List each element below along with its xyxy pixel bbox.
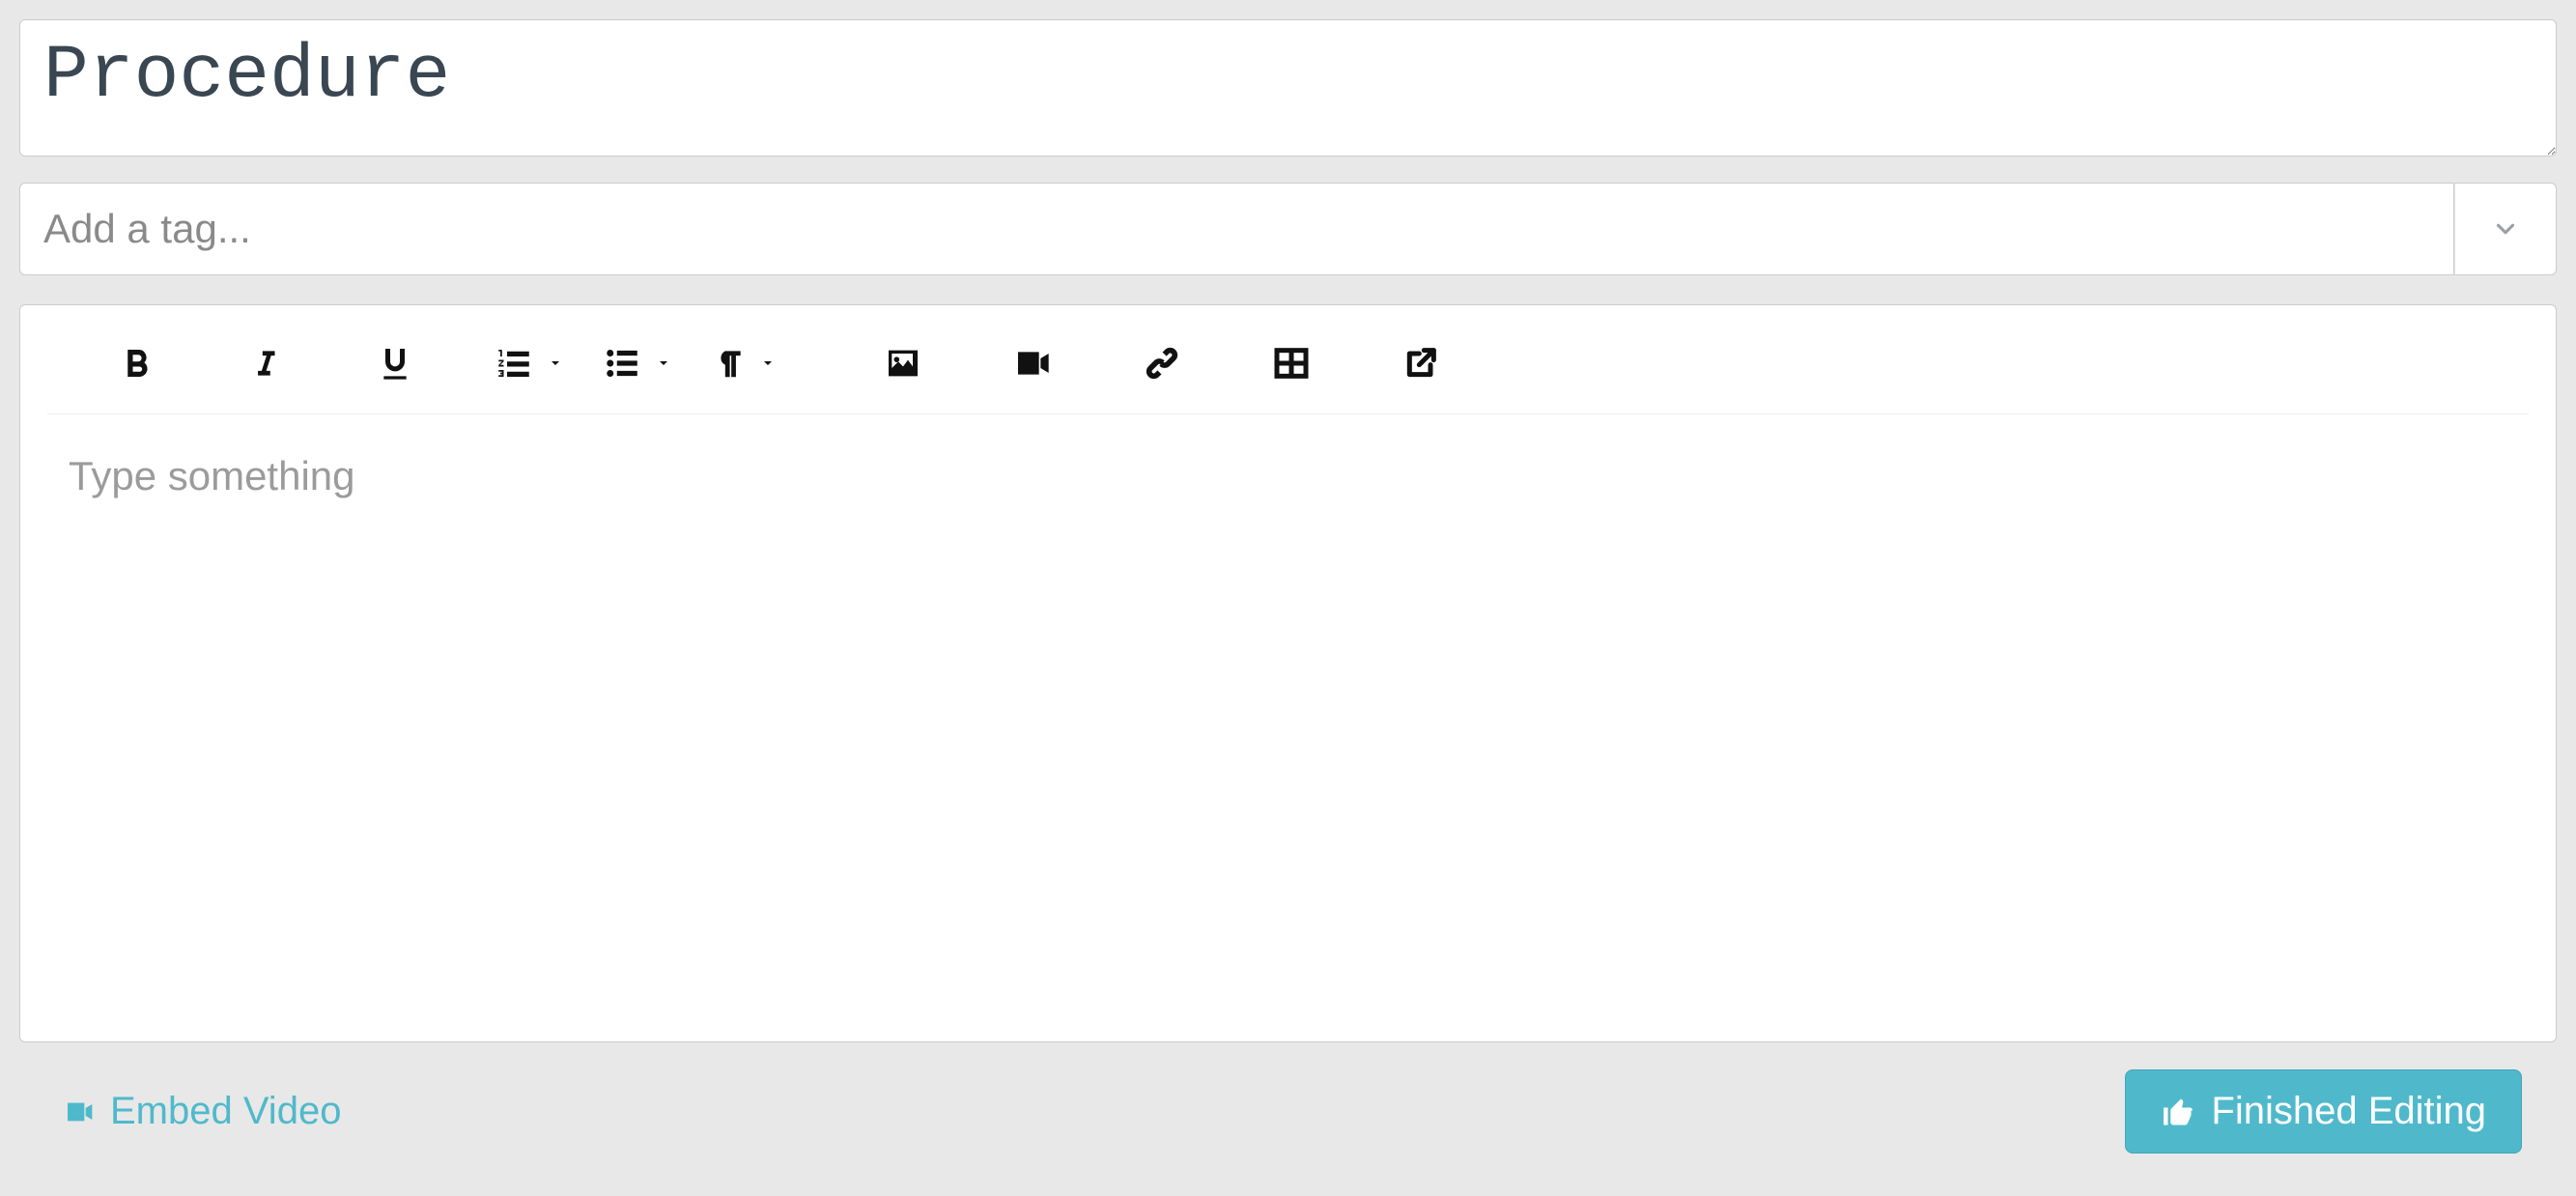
editor-content-area[interactable]: Type something: [20, 414, 2556, 1041]
caret-down-icon: [656, 356, 671, 371]
insert-table-button[interactable]: [1260, 332, 1322, 394]
editor-page: Type something Embed Video Finished Edit…: [0, 0, 2576, 1196]
unordered-list-button[interactable]: [602, 332, 671, 394]
embed-video-label: Embed Video: [110, 1090, 341, 1133]
title-input[interactable]: [19, 19, 2557, 157]
italic-icon: [247, 344, 284, 383]
underline-button[interactable]: [364, 332, 426, 394]
ordered-list-button[interactable]: [494, 332, 563, 394]
tag-row: [19, 183, 2557, 275]
insert-link-button[interactable]: [1131, 332, 1193, 394]
chevron-down-icon: [2491, 214, 2520, 243]
tag-input[interactable]: [19, 183, 2454, 275]
bold-icon: [116, 343, 156, 384]
paragraph-icon: [710, 343, 747, 384]
link-icon: [1140, 341, 1184, 385]
caret-down-icon: [760, 356, 776, 371]
bold-button[interactable]: [105, 332, 167, 394]
rich-editor: Type something: [19, 304, 2557, 1042]
thumbs-up-icon: [2161, 1095, 2195, 1129]
embed-video-link[interactable]: Embed Video: [60, 1090, 341, 1133]
open-external-button[interactable]: [1390, 332, 1452, 394]
image-icon: [882, 344, 924, 383]
insert-image-button[interactable]: [872, 332, 934, 394]
page-footer: Embed Video Finished Editing: [19, 1042, 2557, 1177]
table-icon: [1271, 344, 1312, 383]
finished-editing-label: Finished Editing: [2211, 1090, 2486, 1133]
external-link-icon: [1401, 344, 1440, 383]
underline-icon: [376, 343, 414, 384]
paragraph-format-button[interactable]: [710, 332, 776, 394]
video-icon: [1009, 344, 1056, 383]
tag-dropdown-button[interactable]: [2454, 183, 2557, 275]
editor-placeholder: Type something: [69, 453, 2507, 499]
insert-video-button[interactable]: [1002, 332, 1063, 394]
title-wrapper: [19, 19, 2557, 161]
ordered-list-icon: [494, 343, 534, 384]
video-icon: [60, 1096, 99, 1127]
caret-down-icon: [548, 356, 563, 371]
editor-toolbar: [47, 305, 2529, 414]
unordered-list-icon: [602, 343, 642, 384]
finished-editing-button[interactable]: Finished Editing: [2125, 1069, 2522, 1153]
italic-button[interactable]: [235, 332, 297, 394]
